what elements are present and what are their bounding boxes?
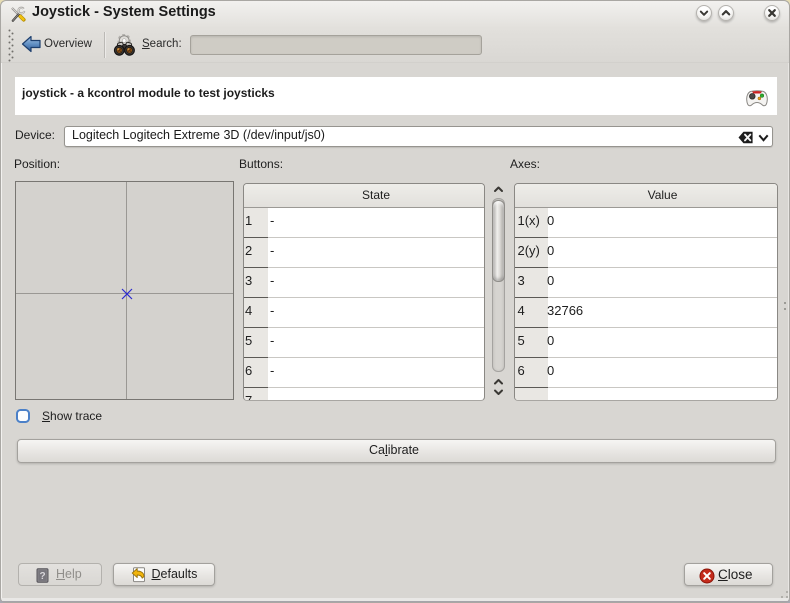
svg-text:?: ? [39, 571, 45, 582]
